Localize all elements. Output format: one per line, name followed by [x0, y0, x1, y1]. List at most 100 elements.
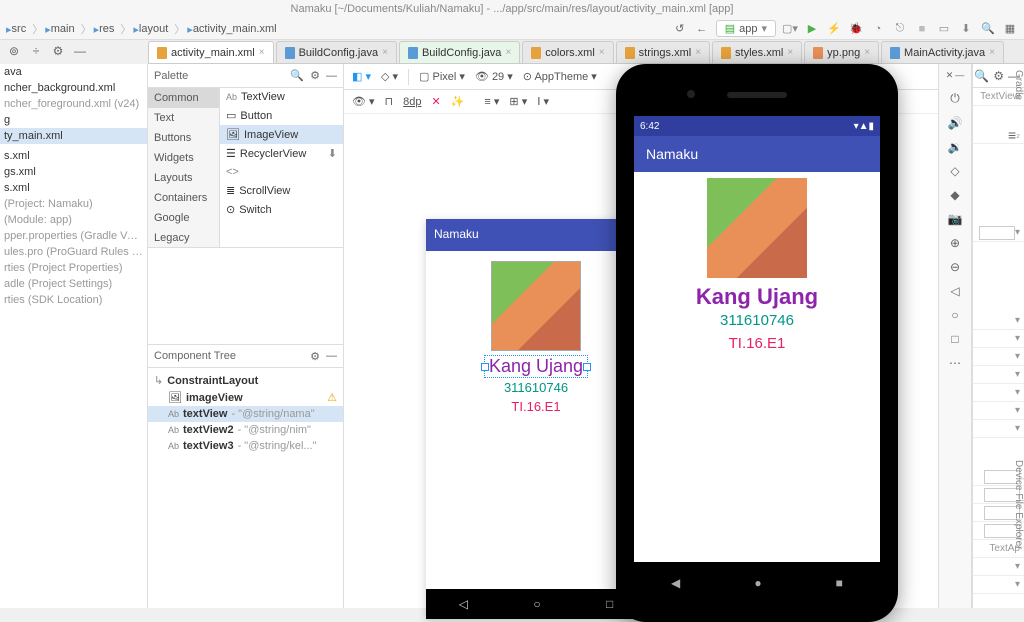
device-explorer-tab[interactable]: Device File Explorer	[1013, 460, 1024, 549]
zoom-in-icon[interactable]: ⊕	[950, 236, 960, 250]
palette-category[interactable]: Common	[148, 88, 219, 108]
rotate-left-icon[interactable]: ◇	[950, 164, 959, 178]
preview-image-view[interactable]	[491, 261, 581, 351]
project-item[interactable]: ncher_foreground.xml (v24)	[0, 96, 147, 112]
editor-tab[interactable]: BuildConfig.java×	[399, 41, 520, 63]
project-item[interactable]: ava	[0, 64, 147, 80]
preview-nim-textview[interactable]: 311610746	[426, 380, 646, 395]
view-mode-icon[interactable]: ◧ ▾	[352, 70, 371, 83]
palette-item[interactable]: ☰RecyclerView⬇	[220, 144, 343, 163]
editor-tab[interactable]: strings.xml×	[616, 41, 710, 63]
palette-category[interactable]: Text	[148, 108, 219, 128]
project-item[interactable]: pper.properties (Gradle Versio	[0, 228, 147, 244]
palette-category[interactable]: Legacy	[148, 228, 219, 248]
emu-back-icon[interactable]: ◁	[950, 284, 959, 298]
project-item[interactable]: s.xml	[0, 180, 147, 196]
emu-more-icon[interactable]: ⋯	[949, 356, 961, 370]
layout-preview[interactable]: ▾▮ Namaku Kang Ujang 311610746 TI.16.E1 …	[426, 219, 646, 619]
zoom-out-icon[interactable]: ⊖	[950, 260, 960, 274]
run-config-dropdown[interactable]: ▤app▾	[716, 20, 776, 37]
close-icon[interactable]: ×	[864, 47, 870, 58]
api-picker[interactable]: 👁 29 ▾	[475, 70, 513, 83]
theme-picker[interactable]: ⊙ AppTheme ▾	[523, 70, 597, 83]
palette-item[interactable]: AbTextView	[220, 88, 343, 106]
project-item[interactable]: ules.pro (ProGuard Rules for	[0, 244, 147, 260]
attr-gear-icon[interactable]: ⚙	[993, 69, 1004, 83]
project-item[interactable]: (Project: Namaku)	[0, 196, 147, 212]
component-tree[interactable]: ↳ConstraintLayout🖼imageView⚠AbtextView -…	[148, 368, 343, 458]
attach-icon[interactable]: ⎋	[892, 21, 908, 37]
expand-icon[interactable]: ÷	[28, 43, 44, 59]
project-item[interactable]: (Module: app)	[0, 212, 147, 228]
default-margin[interactable]: 8dp	[403, 96, 421, 108]
preview-kelas-textview[interactable]: TI.16.E1	[426, 399, 646, 414]
close-icon[interactable]: ×	[787, 47, 793, 58]
palette-category[interactable]: Containers	[148, 188, 219, 208]
infer-constraints-icon[interactable]: ✨	[451, 95, 465, 108]
device-screen[interactable]: 6:42 ▾▲▮ Namaku Kang Ujang 311610746 TI.…	[634, 116, 880, 562]
palette-category[interactable]: Widgets	[148, 148, 219, 168]
breadcrumb-segment[interactable]: ▸ main	[45, 23, 74, 36]
device-dropdown[interactable]: ▢▾	[782, 21, 798, 37]
project-item[interactable]: rties (SDK Location)	[0, 292, 147, 308]
editor-tab[interactable]: colors.xml×	[522, 41, 613, 63]
preview-name-textview[interactable]: Kang Ujang	[484, 355, 588, 378]
orientation-icon[interactable]: ◇ ▾	[381, 70, 398, 83]
project-item[interactable]: adle (Project Settings)	[0, 276, 147, 292]
breadcrumb-segment[interactable]: ▸ layout	[133, 23, 168, 36]
select-opened-icon[interactable]: ⊚	[6, 43, 22, 59]
tree-node[interactable]: AbtextView3 - "@string/kel..."	[148, 438, 343, 454]
device-picker[interactable]: ▢ Pixel ▾	[419, 70, 465, 83]
palette-collapse-icon[interactable]: —	[326, 70, 337, 82]
tree-node[interactable]: AbtextView - "@string/nama"	[148, 406, 343, 422]
editor-tab[interactable]: BuildConfig.java×	[276, 41, 397, 63]
emu-home-icon[interactable]: ○	[951, 308, 958, 322]
palette-items[interactable]: AbTextView▭Button🖼ImageView☰RecyclerView…	[220, 88, 343, 247]
tree-gear-icon[interactable]: ⚙	[310, 350, 320, 363]
breadcrumb-segment[interactable]: ▸ src	[6, 23, 26, 36]
nav-home-icon[interactable]: ●	[754, 576, 761, 590]
volume-down-icon[interactable]: 🔉	[948, 140, 963, 154]
emu-recent-icon[interactable]: □	[951, 332, 958, 346]
eye-icon[interactable]: 👁 ▾	[352, 95, 375, 108]
project-item[interactable]: g	[0, 112, 147, 128]
camera-icon[interactable]: 📷	[948, 212, 963, 226]
palette-item[interactable]: <>	[220, 163, 343, 181]
download-icon[interactable]: ⬇	[328, 147, 337, 160]
palette-item[interactable]: ≣ScrollView	[220, 181, 343, 200]
search-icon[interactable]: 🔍	[980, 21, 996, 37]
volume-up-icon[interactable]: 🔊	[948, 116, 963, 130]
back-icon[interactable]: ←	[694, 21, 710, 37]
palette-categories[interactable]: CommonTextButtonsWidgetsLayoutsContainer…	[148, 88, 220, 247]
debug-icon[interactable]: 🐞	[848, 21, 864, 37]
close-icon[interactable]: ×	[695, 47, 701, 58]
palette-category[interactable]: Layouts	[148, 168, 219, 188]
sdk-icon[interactable]: ⬇	[958, 21, 974, 37]
palette-item[interactable]: 🖼ImageView	[220, 125, 343, 144]
run-icon[interactable]: ▶	[804, 21, 820, 37]
sync-icon[interactable]: ↺	[672, 21, 688, 37]
warning-icon[interactable]: ⚠	[327, 391, 337, 404]
breadcrumb-segment[interactable]: ▸ activity_main.xml	[187, 23, 276, 36]
emu-close-icon[interactable]: ✕	[946, 70, 954, 81]
gear-icon[interactable]: ⚙	[50, 43, 66, 59]
palette-gear-icon[interactable]: ⚙	[310, 69, 320, 82]
close-icon[interactable]: ×	[259, 47, 265, 58]
rotate-right-icon[interactable]: ◆	[950, 188, 959, 202]
palette-category[interactable]: Google	[148, 208, 219, 228]
close-icon[interactable]: ×	[599, 47, 605, 58]
tree-collapse-icon[interactable]: —	[326, 350, 337, 362]
clear-constraints-icon[interactable]: ✕	[432, 95, 441, 108]
palette-search-icon[interactable]: 🔍	[290, 69, 304, 82]
pack-icon[interactable]: ⊞ ▾	[509, 95, 527, 108]
editor-tab[interactable]: MainActivity.java×	[881, 41, 1004, 63]
project-tree[interactable]: avancher_background.xmlncher_foreground.…	[0, 64, 148, 608]
attr-search-icon[interactable]: 🔍	[974, 69, 989, 83]
tree-node[interactable]: 🖼imageView⚠	[148, 389, 343, 406]
close-icon[interactable]: ×	[989, 47, 995, 58]
power-icon[interactable]: ⏻	[950, 91, 960, 106]
align-icon[interactable]: ≡ ▾	[484, 95, 499, 108]
palette-item[interactable]: ▭Button	[220, 106, 343, 125]
project-item[interactable]: ncher_background.xml	[0, 80, 147, 96]
nav-back-icon[interactable]: ◀	[671, 576, 680, 590]
